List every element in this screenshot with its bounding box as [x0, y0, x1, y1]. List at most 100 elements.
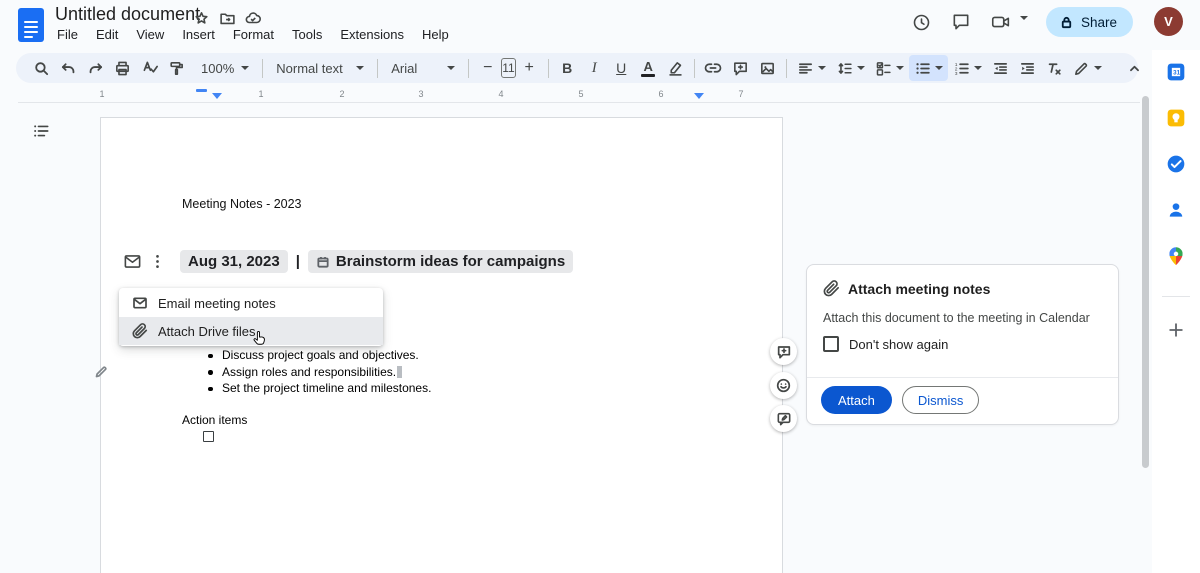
font-size-input[interactable]: 11 — [501, 58, 515, 78]
suggest-edits-button[interactable] — [770, 405, 797, 432]
search-menus-icon[interactable] — [28, 55, 55, 81]
line-spacing-select[interactable] — [831, 55, 870, 81]
emoji-reaction-button[interactable] — [770, 372, 797, 399]
attach-meeting-notes-card: Attach meeting notes Attach this documen… — [806, 264, 1119, 425]
share-button[interactable]: Share — [1046, 7, 1133, 37]
dont-show-again-label: Don't show again — [849, 337, 948, 352]
menu-item-label: Email meeting notes — [158, 296, 276, 311]
margin-pencil-icon[interactable] — [94, 364, 109, 379]
menu-help[interactable]: Help — [415, 25, 456, 44]
doc-heading-text[interactable]: Meeting Notes - 2023 — [182, 197, 302, 211]
share-label: Share — [1081, 15, 1117, 30]
align-select[interactable] — [792, 55, 831, 81]
ruler-number: 1 — [97, 89, 107, 99]
side-panel-appbar — [1152, 50, 1200, 573]
dismiss-button-label: Dismiss — [918, 393, 964, 408]
insert-link-icon[interactable] — [700, 55, 727, 81]
ruler-number: 4 — [496, 89, 506, 99]
line-spacing-icon — [836, 60, 853, 77]
meeting-chip-row: Aug 31, 2023 | Brainstorm ideas for camp… — [180, 248, 573, 275]
increase-indent-icon[interactable] — [1014, 55, 1041, 81]
text-color-button[interactable]: A — [635, 55, 662, 81]
attach-button[interactable]: Attach — [821, 386, 892, 414]
menu-item-email-meeting-notes[interactable]: Email meeting notes — [119, 289, 383, 317]
spell-check-icon[interactable] — [136, 55, 163, 81]
right-indent-marker[interactable] — [694, 93, 704, 99]
get-addons-plus-icon[interactable] — [1166, 320, 1186, 340]
ruler-baseline — [18, 102, 1140, 103]
menu-tools[interactable]: Tools — [285, 25, 329, 44]
docs-logo-icon[interactable] — [18, 8, 44, 42]
align-left-icon — [797, 60, 814, 77]
bullet-item[interactable]: Set the project timeline and milestones. — [207, 381, 431, 398]
decrease-font-size-button[interactable]: − — [474, 55, 501, 81]
paperclip-icon — [132, 323, 148, 339]
ruler-number: 3 — [416, 89, 426, 99]
version-history-icon[interactable] — [908, 9, 934, 35]
comments-icon[interactable] — [948, 9, 974, 35]
event-chip[interactable]: Brainstorm ideas for campaigns — [308, 250, 573, 273]
menu-file[interactable]: File — [50, 25, 85, 44]
italic-button[interactable]: I — [581, 55, 608, 81]
numbered-list-select[interactable]: 123 — [948, 55, 987, 81]
contacts-app-icon[interactable] — [1166, 200, 1186, 220]
insert-image-icon[interactable] — [754, 55, 781, 81]
event-chip-label: Brainstorm ideas for campaigns — [336, 253, 565, 270]
print-icon[interactable] — [109, 55, 136, 81]
menu-view[interactable]: View — [129, 25, 171, 44]
tasks-app-icon[interactable] — [1166, 154, 1186, 174]
dont-show-again-checkbox[interactable] — [823, 336, 839, 352]
font-size-value: 11 — [502, 61, 514, 75]
menu-insert[interactable]: Insert — [175, 25, 222, 44]
email-notes-icon[interactable] — [123, 252, 142, 271]
meet-video-icon[interactable] — [988, 9, 1014, 35]
zoom-select[interactable]: 100% — [193, 55, 257, 81]
document-outline-icon[interactable] — [31, 121, 51, 141]
more-options-icon[interactable] — [148, 252, 167, 271]
first-line-indent-marker[interactable] — [196, 89, 207, 92]
menu-format[interactable]: Format — [226, 25, 281, 44]
vertical-scrollbar[interactable] — [1142, 96, 1149, 468]
bullet-dot — [208, 370, 213, 375]
left-indent-marker[interactable] — [212, 93, 222, 99]
redo-icon[interactable] — [82, 55, 109, 81]
meet-dropdown-caret-icon[interactable] — [1020, 20, 1028, 38]
action-item-checkbox[interactable] — [203, 431, 214, 442]
decrease-indent-icon[interactable] — [987, 55, 1014, 81]
style-value: Normal text — [276, 61, 342, 76]
bullet-item[interactable]: Discuss project goals and objectives. — [207, 348, 431, 365]
menu-bar: File Edit View Insert Format Tools Exten… — [50, 25, 456, 44]
keep-app-icon[interactable] — [1166, 108, 1186, 128]
editing-mode-select[interactable] — [1068, 55, 1107, 81]
highlight-color-icon[interactable] — [662, 55, 689, 81]
undo-icon[interactable] — [55, 55, 82, 81]
bulleted-list-select[interactable] — [909, 55, 948, 81]
clear-formatting-icon[interactable] — [1041, 55, 1068, 81]
lock-icon — [1059, 15, 1074, 30]
bulleted-list-icon — [914, 60, 931, 77]
hide-menus-icon[interactable] — [1121, 55, 1148, 81]
checklist-select[interactable] — [870, 55, 909, 81]
numbered-list-icon: 123 — [953, 60, 970, 77]
bold-button[interactable]: B — [554, 55, 581, 81]
menu-item-label: Attach Drive files — [158, 324, 256, 339]
bullet-dot — [208, 387, 213, 392]
dismiss-button[interactable]: Dismiss — [902, 386, 980, 414]
increase-font-size-button[interactable]: + — [516, 55, 543, 81]
add-comment-icon[interactable] — [727, 55, 754, 81]
menu-edit[interactable]: Edit — [89, 25, 125, 44]
paragraph-style-select[interactable]: Normal text — [268, 55, 372, 81]
date-chip[interactable]: Aug 31, 2023 — [180, 250, 288, 273]
bullet-item[interactable]: Assign roles and responsibilities. — [207, 365, 431, 382]
calendar-app-icon[interactable]: 31 — [1166, 62, 1186, 82]
appbar-divider — [1162, 296, 1190, 297]
account-avatar[interactable]: V — [1154, 7, 1183, 36]
document-title[interactable]: Untitled document — [55, 4, 200, 25]
font-family-select[interactable]: Arial — [383, 55, 463, 81]
underline-button[interactable]: U — [608, 55, 635, 81]
action-items-text[interactable]: Action items — [182, 413, 247, 427]
maps-app-icon[interactable] — [1166, 246, 1186, 266]
menu-extensions[interactable]: Extensions — [333, 25, 411, 44]
paint-format-icon[interactable] — [163, 55, 190, 81]
add-comment-float-button[interactable] — [770, 338, 797, 365]
